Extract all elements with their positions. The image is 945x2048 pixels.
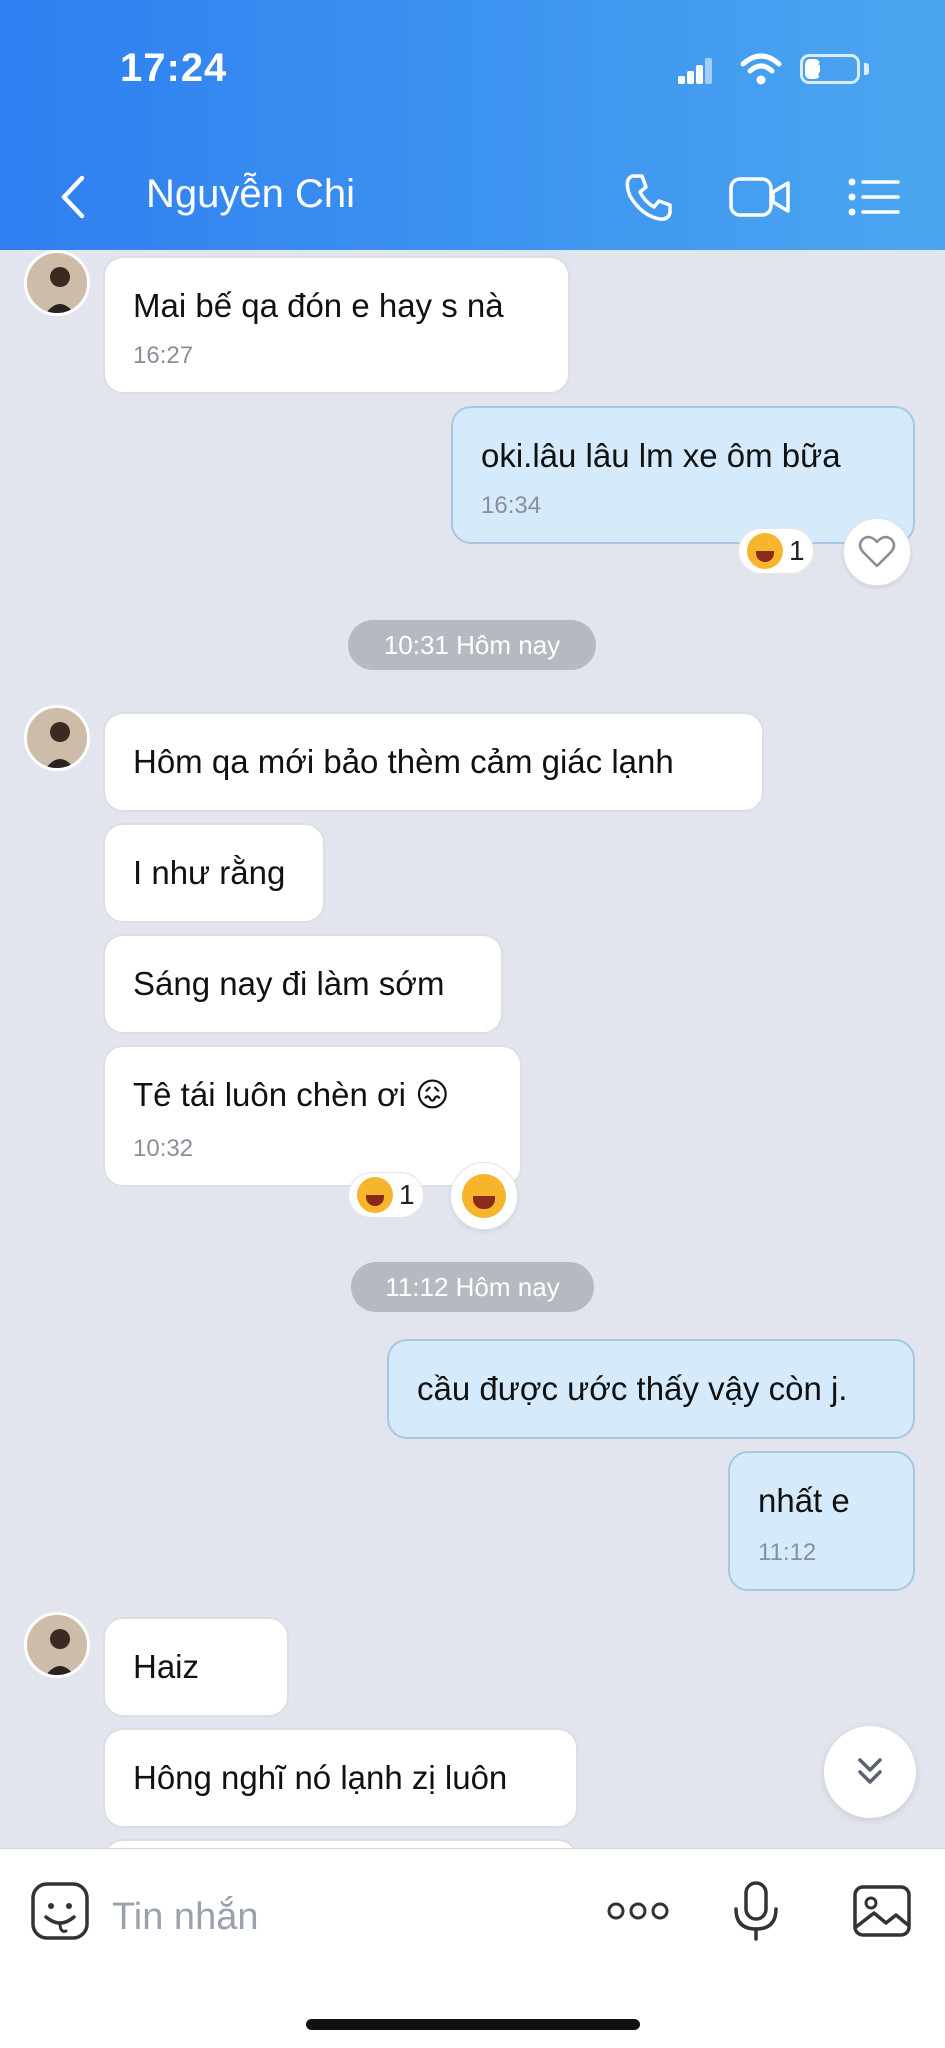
- double-chevron-down-icon: [858, 1758, 882, 1784]
- home-indicator: [306, 2019, 640, 2030]
- message-text: Hôm qa mới bảo thèm cảm giác lạnh: [133, 743, 674, 780]
- message-text: Haiz: [133, 1648, 200, 1685]
- react-button[interactable]: [450, 1162, 518, 1230]
- message-text: nhất e: [758, 1482, 850, 1519]
- message-time: 10:32: [133, 1135, 194, 1162]
- message-list[interactable]: Mai bế qa đón e hay s nà 16:27 oki.lâu l…: [0, 250, 945, 1848]
- avatar[interactable]: [24, 250, 90, 316]
- laughing-emoji-icon: [462, 1174, 506, 1218]
- phone-icon[interactable]: [620, 170, 676, 224]
- message-bubble[interactable]: Haiz: [103, 1617, 289, 1717]
- message-bubble[interactable]: cầu được ước thấy vậy còn j.: [387, 1339, 915, 1439]
- avatar[interactable]: [24, 705, 90, 771]
- laughing-emoji-icon: [357, 1177, 393, 1213]
- message-bubble[interactable]: Hông nghĩ nó lạnh zị luôn: [103, 1728, 578, 1828]
- battery-percent: 27: [817, 56, 843, 81]
- message-time: 16:34: [481, 492, 542, 519]
- status-time: 17:24: [120, 46, 228, 90]
- message-bubble[interactable]: Hôm qa mới bảo thèm cảm giác lạnh: [103, 712, 764, 812]
- laughing-emoji-icon: [747, 533, 783, 569]
- battery-tip: [864, 63, 869, 75]
- wifi-icon: [740, 53, 782, 85]
- tired-face-emoji: 😖: [415, 1076, 450, 1113]
- battery-icon: 27: [800, 54, 860, 84]
- reaction-badge[interactable]: 1: [738, 528, 814, 574]
- message-text: Sáng nay đi làm sớm: [133, 965, 445, 1002]
- reaction-count: 1: [399, 1179, 415, 1210]
- message-input[interactable]: [112, 1887, 552, 1947]
- reaction-count: 1: [789, 535, 805, 566]
- more-options-icon[interactable]: [604, 1879, 672, 1943]
- message-bubble[interactable]: oki.lâu lâu lm xe ôm bữa 16:34: [451, 406, 915, 544]
- message-bubble[interactable]: nhất e 11:12: [728, 1451, 915, 1591]
- message-time: 16:27: [133, 342, 194, 369]
- signal-icon: [678, 58, 714, 84]
- message-bubble[interactable]: Mai bế qa đón e hay s nà 16:27: [103, 256, 570, 394]
- message-time: 11:12: [758, 1539, 817, 1566]
- message-bubble[interactable]: Tê tái luôn chèn ơi 😖 10:32: [103, 1045, 522, 1187]
- heart-icon[interactable]: [843, 518, 911, 586]
- message-bubble[interactable]: Sáng nay đi làm sớm: [103, 934, 503, 1034]
- message-composer: [0, 1848, 945, 2048]
- message-text: Mai bế qa đón e hay s nà: [133, 287, 504, 324]
- avatar-photo: [27, 253, 87, 313]
- message-text: Tê tái luôn chèn ơi 😖: [133, 1075, 450, 1115]
- avatar-photo: [27, 1615, 87, 1675]
- avatar-photo: [27, 708, 87, 768]
- date-separator: 11:12 Hôm nay: [351, 1262, 594, 1312]
- sticker-icon[interactable]: [28, 1879, 92, 1943]
- list-menu-icon[interactable]: [846, 170, 902, 224]
- message-text: Hông nghĩ nó lạnh zị luôn: [133, 1759, 508, 1796]
- message-bubble[interactable]: I như rằng: [103, 823, 325, 923]
- avatar[interactable]: [24, 1612, 90, 1678]
- message-text: I như rằng: [133, 854, 286, 891]
- message-text-content: Tê tái luôn chèn ơi: [133, 1076, 406, 1113]
- message-text: oki.lâu lâu lm xe ôm bữa: [481, 437, 841, 474]
- message-text: cầu được ước thấy vậy còn j.: [417, 1370, 848, 1407]
- chevron-left-icon[interactable]: [52, 170, 92, 224]
- chat-header: 17:24 27 Nguyễn Chi: [0, 0, 945, 250]
- microphone-icon[interactable]: [724, 1879, 788, 1943]
- scroll-to-bottom-button[interactable]: [824, 1726, 916, 1818]
- reaction-badge[interactable]: 1: [348, 1172, 424, 1218]
- message-bubble-partial[interactable]: [103, 1839, 578, 1848]
- video-camera-icon[interactable]: [728, 170, 792, 224]
- image-icon[interactable]: [850, 1879, 914, 1943]
- contact-name[interactable]: Nguyễn Chi: [146, 172, 355, 217]
- date-separator: 10:31 Hôm nay: [348, 620, 596, 670]
